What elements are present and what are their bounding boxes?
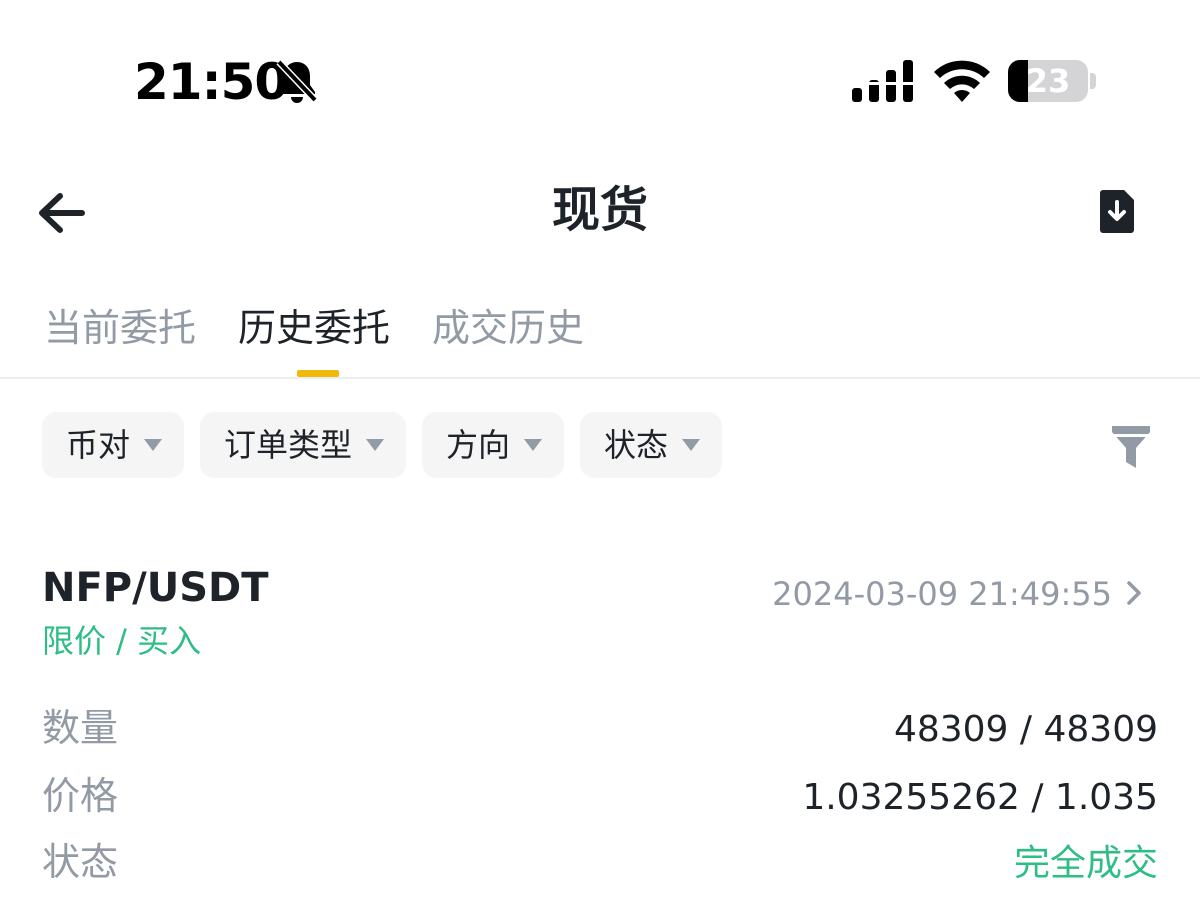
battery-cap <box>1090 73 1096 89</box>
caret-down-icon <box>524 439 543 451</box>
status-time: 21:50 <box>134 53 289 111</box>
status-label: 状态 <box>42 840 119 884</box>
bell-slash-icon <box>276 59 318 103</box>
caret-down-icon <box>682 439 701 451</box>
quantity-value: 48309 / 48309 <box>893 709 1158 750</box>
filter-bar: 币对 订单类型 方向 状态 <box>42 412 738 478</box>
order-pair[interactable]: NFP/USDT <box>42 562 269 614</box>
tab-trade-history[interactable]: 成交历史 <box>432 300 584 360</box>
caret-down-icon <box>366 439 385 451</box>
caret-down-icon <box>144 439 163 451</box>
tabs-divider <box>0 377 1200 379</box>
filter-status-label: 状态 <box>604 426 669 464</box>
filter-status-dropdown[interactable]: 状态 <box>580 412 723 478</box>
file-download-icon[interactable] <box>1098 188 1136 234</box>
filter-side-label: 方向 <box>446 426 511 464</box>
page-title: 现货 <box>551 182 648 238</box>
order-type: 限价 / 买入 <box>42 622 202 660</box>
order-tabs: 当前委托 历史委托 成交历史 <box>44 300 626 360</box>
battery-level: 23 <box>1025 62 1071 100</box>
active-tab-indicator <box>297 370 339 377</box>
wifi-icon <box>934 60 990 102</box>
tab-open-orders[interactable]: 当前委托 <box>44 300 196 360</box>
price-label: 价格 <box>42 774 119 818</box>
battery-icon: 23 <box>1008 60 1088 102</box>
status-value: 完全成交 <box>1013 843 1158 884</box>
filter-order-type-label: 订单类型 <box>224 426 353 464</box>
filter-order-type-dropdown[interactable]: 订单类型 <box>200 412 407 478</box>
funnel-filter-icon[interactable] <box>1112 426 1150 468</box>
quantity-label: 数量 <box>42 706 119 750</box>
price-value: 1.03255262 / 1.035 <box>802 777 1158 818</box>
chevron-right-icon[interactable] <box>1126 580 1142 606</box>
spot-orders-screen: 21:50 23 现货 当前委托 历史委托 成交历史 币对 订单类型 方向 状态… <box>0 0 1200 924</box>
filter-pair-label: 币对 <box>66 426 131 464</box>
filter-pair-dropdown[interactable]: 币对 <box>42 412 185 478</box>
signal-icon <box>852 60 913 102</box>
tab-order-history[interactable]: 历史委托 <box>238 300 390 360</box>
order-time: 2024-03-09 21:49:55 <box>772 575 1112 613</box>
filter-side-dropdown[interactable]: 方向 <box>422 412 565 478</box>
